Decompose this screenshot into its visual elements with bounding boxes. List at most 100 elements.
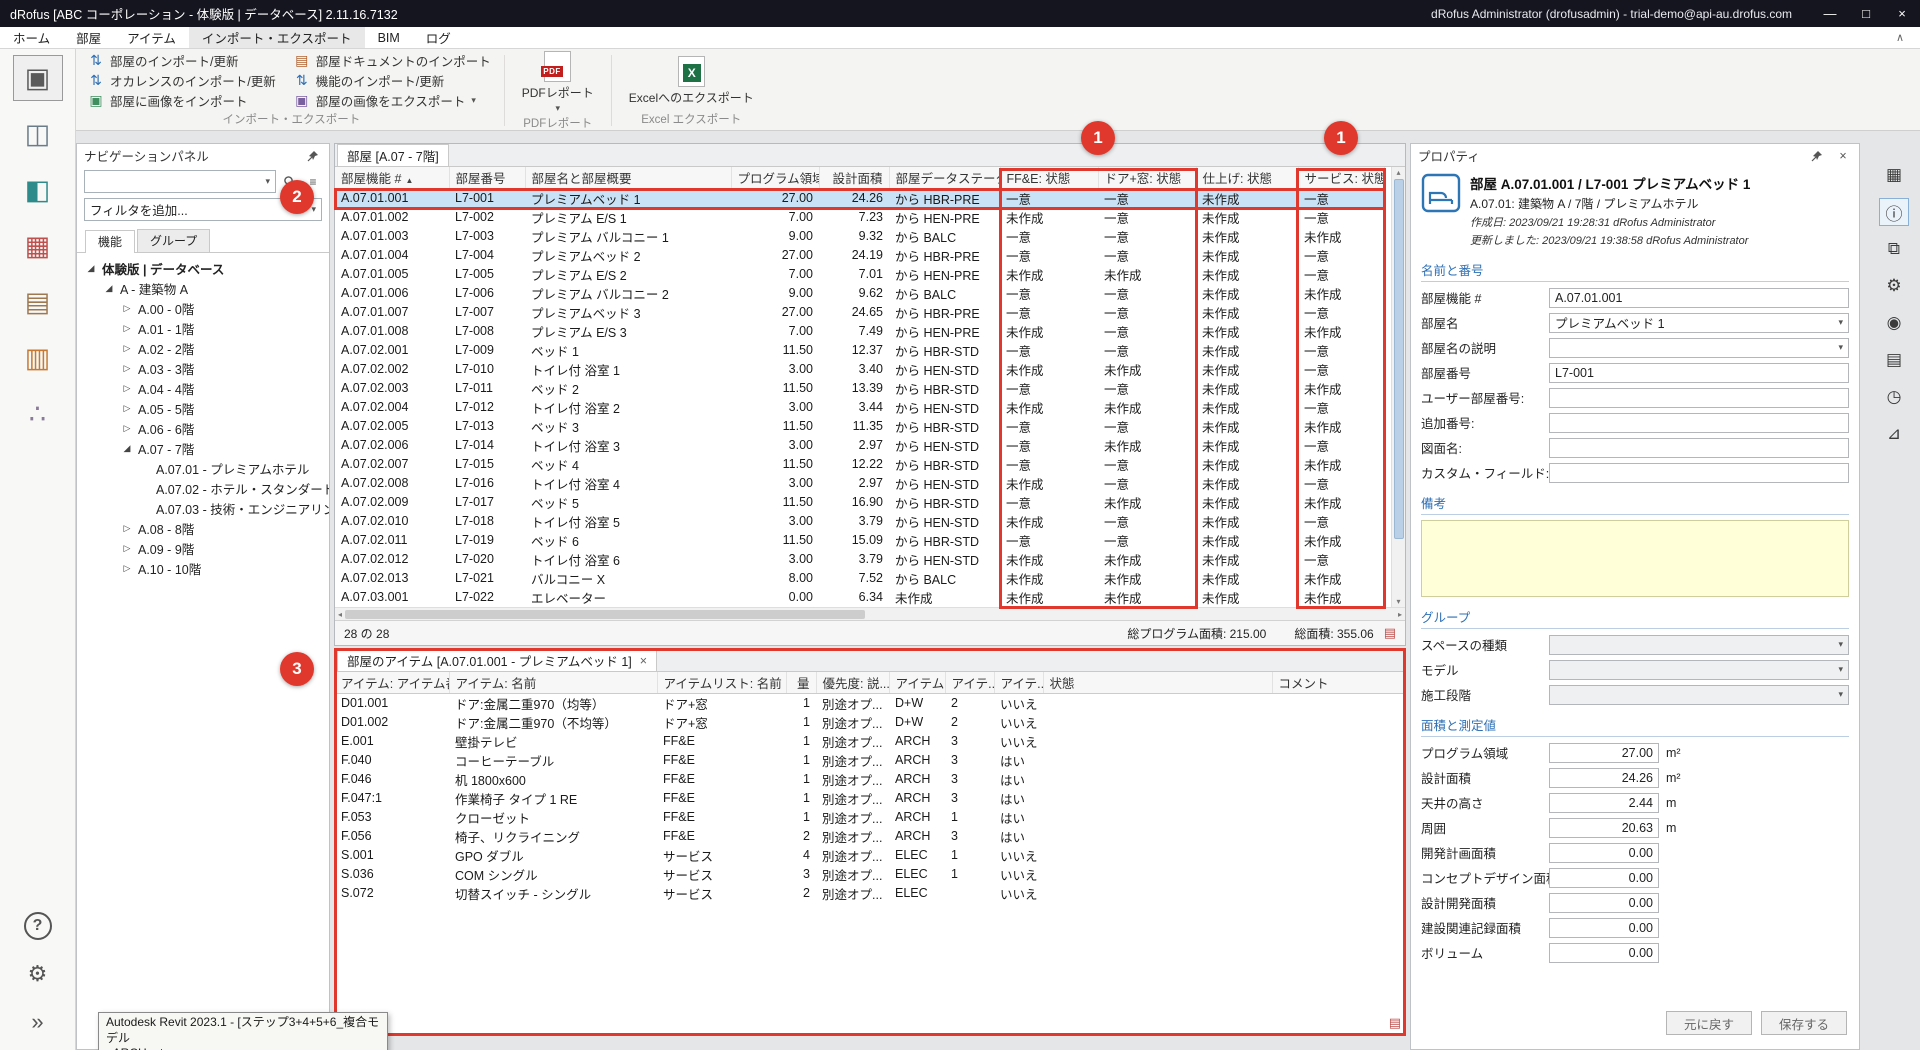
items-column-header[interactable]: アイテム: 名前 (449, 672, 657, 693)
room-row[interactable]: A.07.01.007L7-007プレミアムベッド 327.0024.65から … (335, 303, 1384, 322)
menu-tab[interactable]: BIM (365, 27, 413, 48)
import-rooms-button[interactable]: ⇅部屋のインポート/更新 (84, 51, 284, 71)
tree-node[interactable]: ▷A.05 - 5階 (77, 398, 329, 418)
report-book-icon[interactable]: ▤ (1389, 1015, 1401, 1031)
pdf-report-button[interactable]: PDFレポート ▾ (510, 51, 606, 114)
menu-tab[interactable]: アイテム (114, 27, 189, 48)
room-number-field[interactable]: L7-001 (1549, 363, 1849, 383)
tree-expander-icon[interactable]: ▷ (121, 403, 133, 414)
tree-expander-icon[interactable]: ▷ (121, 363, 133, 374)
room-row[interactable]: A.07.01.005L7-005プレミアム E/S 27.007.01から H… (335, 265, 1384, 284)
room-function-number-field[interactable]: A.07.01.001 (1549, 288, 1849, 308)
item-row[interactable]: D01.002ドア:金属二重970（不均等）ドア+窓1別途オプ...D+W2いい… (335, 713, 1405, 732)
menu-tab[interactable]: インポート・エクスポート (189, 27, 365, 48)
items-column-header[interactable]: 状態 (1043, 672, 1272, 693)
import-room-images-button[interactable]: ▣部屋に画像をインポート (84, 90, 284, 110)
room-row[interactable]: A.07.02.002L7-010トイレ付 浴室 13.003.40から HEN… (335, 360, 1384, 379)
report-book-icon[interactable]: ▤ (1384, 625, 1396, 641)
room-row[interactable]: A.07.02.008L7-016トイレ付 浴室 43.002.97から HEN… (335, 474, 1384, 493)
space-type-select[interactable]: ▾ (1549, 635, 1849, 655)
tree-node[interactable]: A.07.03 - 技術・エンジニアリング (77, 498, 329, 518)
item-row[interactable]: F.047:1作業椅子 タイプ 1 REFF&E1別途オプ...ARCH3はい (335, 789, 1405, 808)
save-button[interactable]: 保存する (1761, 1011, 1847, 1035)
room-items-tab[interactable]: 部屋のアイテム [A.07.01.001 - プレミアムベッド 1] × (337, 649, 657, 671)
import-room-documents-button[interactable]: ▤部屋ドキュメントのインポート (290, 51, 499, 71)
tree-node[interactable]: ▷A.01 - 1階 (77, 318, 329, 338)
measure-icon[interactable]: ⊿ (1879, 420, 1909, 448)
drawing-name-field[interactable] (1549, 438, 1849, 458)
tree-node[interactable]: ▷A.03 - 3階 (77, 358, 329, 378)
additional-number-field[interactable] (1549, 413, 1849, 433)
item-row[interactable]: F.056椅子、リクライニングFF&E2別途オプ...ARCH3はい (335, 827, 1405, 846)
settings-gear-icon[interactable]: ⚙ (13, 956, 63, 992)
scroll-left-icon[interactable]: ◂ (338, 610, 342, 619)
room-row[interactable]: A.07.01.002L7-002プレミアム E/S 17.007.23から H… (335, 208, 1384, 227)
close-panel-icon[interactable]: × (1834, 147, 1852, 165)
concept-design-area-field[interactable]: 0.00 (1549, 868, 1659, 888)
rooms-column-header[interactable]: 部屋機能 #▲ (335, 167, 449, 188)
revert-button[interactable]: 元に戻す (1666, 1011, 1752, 1035)
tree-expander-icon[interactable]: ▷ (121, 563, 133, 574)
item-row[interactable]: E.001壁掛テレビFF&E1別途オプ...ARCH3いいえ (335, 732, 1405, 751)
tree-node[interactable]: ▷A.10 - 10階 (77, 558, 329, 578)
tree-node[interactable]: ▷A.02 - 2階 (77, 338, 329, 358)
menu-tab[interactable]: ログ (413, 27, 464, 48)
nav-search-input[interactable]: ▾ (84, 170, 276, 193)
tree-node[interactable]: ▷A.04 - 4階 (77, 378, 329, 398)
item-row[interactable]: F.053クローゼットFF&E1別途オプ...ARCH1はい (335, 808, 1405, 827)
rooms-column-header[interactable]: 部屋番号 (449, 167, 525, 188)
buildings-module-icon[interactable]: ▥ (13, 335, 63, 381)
item-row[interactable]: D01.001ドア:金属二重970（均等）ドア+窓1別途オプ...D+W2いいえ (335, 693, 1405, 713)
doors-module-icon[interactable]: ◫ (13, 111, 63, 157)
add-filter-dropdown[interactable]: フィルタを追加... ▾ (84, 198, 322, 221)
rooms-column-header[interactable]: 設計面積 (819, 167, 889, 188)
products-module-icon[interactable]: ▦ (13, 223, 63, 269)
pin-icon[interactable] (1808, 147, 1826, 165)
items-column-header[interactable]: 優先度: 説... (816, 672, 889, 693)
advanced-search-icon[interactable]: ≡ (304, 173, 322, 191)
as-built-area-field[interactable]: 0.00 (1549, 918, 1659, 938)
model-select[interactable]: ▾ (1549, 660, 1849, 680)
room-row[interactable]: A.07.01.003L7-003プレミアム バルコニー 19.009.32から… (335, 227, 1384, 246)
collapse-ribbon-icon[interactable]: ∧ (1880, 27, 1920, 48)
schematic-design-area-field[interactable]: 0.00 (1549, 843, 1659, 863)
room-row[interactable]: A.07.02.001L7-009ベッド 111.5012.37から HBR-S… (335, 341, 1384, 360)
room-row[interactable]: A.07.02.011L7-019ベッド 611.5015.09から HBR-S… (335, 531, 1384, 550)
close-button[interactable]: × (1884, 0, 1920, 27)
item-row[interactable]: F.046机 1800x600FF&E1別途オプ...ARCH3はい (335, 770, 1405, 789)
rooms-horizontal-scrollbar[interactable]: ◂ ▸ (335, 607, 1405, 620)
rooms-column-header[interactable]: サービス: 状態 (1298, 167, 1384, 188)
tree-expander-icon[interactable]: ▷ (121, 543, 133, 554)
minimize-button[interactable]: — (1812, 0, 1848, 27)
item-row[interactable]: S.001GPO ダブルサービス4別途オプ...ELEC1いいえ (335, 846, 1405, 865)
items-column-header[interactable]: コメント (1272, 672, 1405, 693)
items-column-header[interactable]: アイテムリスト: 名前 (657, 672, 786, 693)
rooms-column-header[interactable]: 部屋名と部屋概要 (525, 167, 731, 188)
info-icon[interactable]: ⓘ (1879, 198, 1909, 226)
room-row[interactable]: A.07.02.012L7-020トイレ付 浴室 63.003.79から HEN… (335, 550, 1384, 569)
room-row[interactable]: A.07.02.006L7-014トイレ付 浴室 33.002.97から HEN… (335, 436, 1384, 455)
excel-export-button[interactable]: Excelへのエクスポート (617, 51, 766, 110)
maximize-button[interactable]: □ (1848, 0, 1884, 27)
room-row[interactable]: A.07.01.008L7-008プレミアム E/S 37.007.49から H… (335, 322, 1384, 341)
tree-node[interactable]: ◢体験版 | データベース (77, 258, 329, 278)
programmed-area-field[interactable]: 27.00 (1549, 743, 1659, 763)
layout-grid-icon[interactable]: ▦ (1879, 161, 1909, 189)
menu-tab[interactable]: ホーム (0, 27, 63, 48)
room-row[interactable]: A.07.02.003L7-011ベッド 211.5013.39から HBR-S… (335, 379, 1384, 398)
items-column-header[interactable]: アイテ... (945, 672, 994, 693)
room-row[interactable]: A.07.01.006L7-006プレミアム バルコニー 29.009.62から… (335, 284, 1384, 303)
tree-node[interactable]: ▷A.06 - 6階 (77, 418, 329, 438)
export-room-images-button[interactable]: ▣部屋の画像をエクスポート▾ (290, 90, 499, 110)
tree-expander-icon[interactable]: ▷ (121, 523, 133, 534)
room-row[interactable]: A.07.01.001L7-001プレミアムベッド 127.0024.26から … (335, 188, 1384, 208)
tree-node[interactable]: A.07.02 - ホテル・スタンダード (77, 478, 329, 498)
notes-textarea[interactable] (1421, 520, 1849, 597)
documents-icon[interactable]: ▤ (1879, 346, 1909, 374)
room-row[interactable]: A.07.02.013L7-021バルコニー X8.007.52から BALC未… (335, 569, 1384, 588)
rooms-vertical-scrollbar[interactable]: ▴ ▾ (1391, 167, 1405, 607)
scroll-right-icon[interactable]: ▸ (1398, 610, 1402, 619)
bim-model-icon[interactable]: ◧ (13, 167, 63, 213)
room-row[interactable]: A.07.02.005L7-013ベッド 311.5011.35から HBR-S… (335, 417, 1384, 436)
rooms-column-header[interactable]: 部屋データステータス (889, 167, 1000, 188)
